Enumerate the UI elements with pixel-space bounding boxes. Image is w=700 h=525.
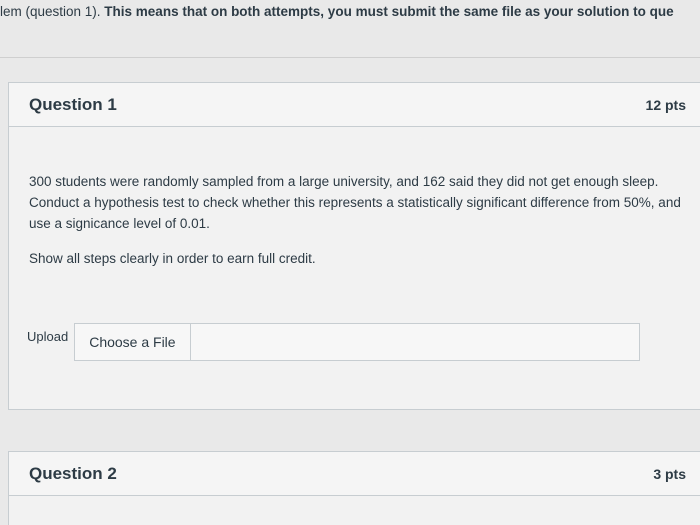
upload-label: Upload — [27, 329, 69, 344]
question-1-body: 300 students were randomly sampled from … — [9, 127, 700, 269]
question-1-points: 12 pts — [645, 96, 686, 113]
upload-row: Upload Choose a File — [27, 323, 641, 361]
question-1-header: Question 1 12 pts — [9, 83, 700, 127]
quiz-page: lem (question 1). This means that on bot… — [0, 0, 700, 525]
question-1-text: 300 students were randomly sampled from … — [29, 174, 681, 231]
instructions-text: lem (question 1). This means that on bot… — [0, 4, 700, 19]
question-2-points: 3 pts — [653, 465, 686, 482]
question-1-card: Question 1 12 pts 300 students were rand… — [8, 82, 700, 410]
divider — [0, 57, 700, 58]
choose-file-button[interactable]: Choose a File — [75, 324, 191, 360]
question-2-title: Question 2 — [29, 463, 117, 483]
file-upload-field[interactable]: Choose a File — [74, 323, 641, 361]
question-2-header: Question 2 3 pts — [9, 452, 700, 496]
question-1-instruction: Show all steps clearly in order to earn … — [29, 251, 316, 266]
instructions-bold: This means that on both attempts, you mu… — [104, 4, 674, 19]
question-2-card: Question 2 3 pts — [8, 451, 700, 525]
instructions-prefix: lem (question 1). — [0, 4, 105, 19]
question-1-title: Question 1 — [29, 94, 117, 114]
